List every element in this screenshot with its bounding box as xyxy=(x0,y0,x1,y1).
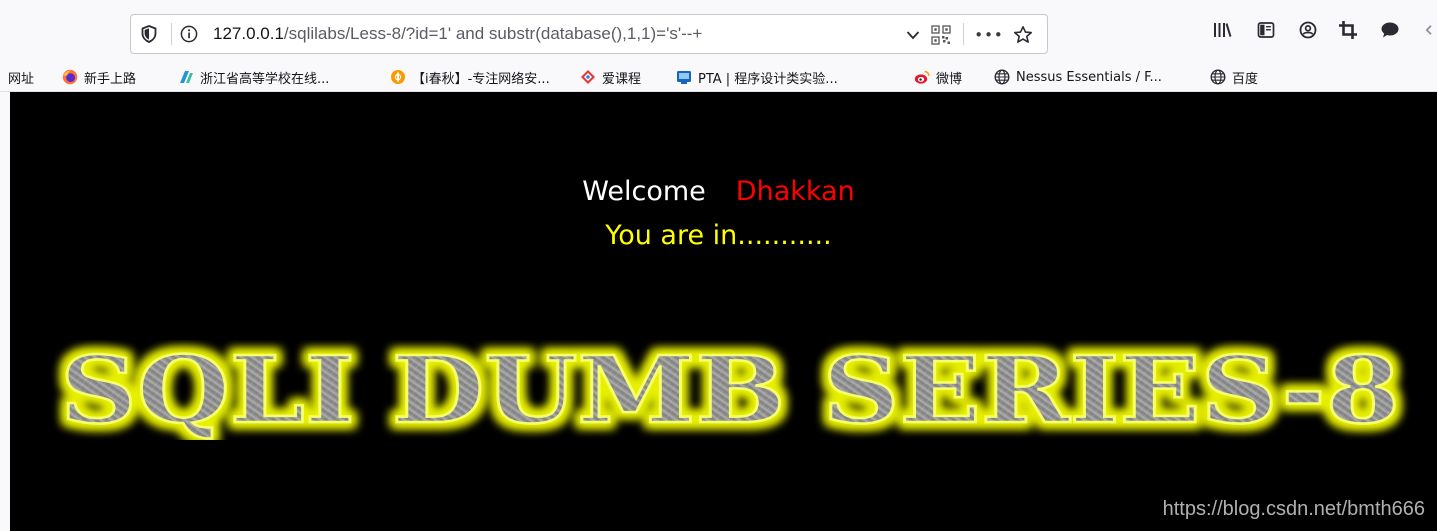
bookmark-item[interactable]: 网址 xyxy=(8,67,34,87)
bookmark-item[interactable]: Nessus Essentials / F... xyxy=(994,67,1162,87)
weibo-icon xyxy=(914,69,930,85)
firefox-icon xyxy=(62,69,78,85)
globe-icon xyxy=(1210,69,1226,85)
qr-code-icon[interactable] xyxy=(929,23,953,47)
url-text[interactable]: 127.0.0.1/sqlilabs/Less-8/?id=1' and sub… xyxy=(213,24,702,44)
more-icon[interactable]: ••• xyxy=(974,23,1003,47)
ichunqiu-icon xyxy=(390,69,406,85)
status-message: You are in........... xyxy=(605,220,832,251)
bookmark-item[interactable]: 百度 xyxy=(1210,67,1258,87)
address-bar[interactable]: 127.0.0.1/sqlilabs/Less-8/?id=1' and sub… xyxy=(130,14,1048,54)
chat-icon[interactable] xyxy=(1378,18,1402,42)
sidebar-icon[interactable] xyxy=(1254,18,1278,42)
shield-icon[interactable] xyxy=(139,24,159,44)
watermark: https://blog.csdn.net/bmth666 xyxy=(1162,498,1425,520)
bookmark-label: 浙江省高等学校在线... xyxy=(200,71,330,87)
bookmark-star-icon[interactable] xyxy=(1011,23,1035,47)
bookmark-item[interactable]: PTA | 程序设计类实验... xyxy=(676,67,838,87)
bookmark-item[interactable]: 微博 xyxy=(914,67,962,87)
bookmark-label: Nessus Essentials / F... xyxy=(1016,69,1162,85)
bookmark-item[interactable]: 【i春秋】-专注网络安... xyxy=(390,67,550,87)
bookmarks-toolbar: 网址 新手上路 浙江省高等学校在线... 【i春秋】-专注网络安... 爱课程 … xyxy=(0,62,1437,92)
bookmark-label: 新手上路 xyxy=(84,71,137,87)
globe-icon xyxy=(994,69,1010,85)
bookmark-label: 微博 xyxy=(936,71,963,87)
banner-title: SQLI DUMB SERIES-8 xyxy=(59,340,1402,440)
welcome-message: Welcome Dhakkan xyxy=(10,176,1437,207)
bookmark-item[interactable]: 新手上路 xyxy=(62,67,136,87)
url-path: /sqlilabs/Less-8/?id=1' and substr(datab… xyxy=(283,24,703,43)
icourse-icon xyxy=(580,69,596,85)
browser-window: 127.0.0.1/sqlilabs/Less-8/?id=1' and sub… xyxy=(0,0,1437,531)
banner-text: SQLI DUMB SERIES-8 xyxy=(60,340,1400,440)
welcome-name: Dhakkan xyxy=(735,176,855,207)
library-icon[interactable] xyxy=(1210,18,1234,42)
bookmark-item[interactable]: 浙江省高等学校在线... xyxy=(178,67,329,87)
chevron-down-icon[interactable] xyxy=(901,23,925,47)
bookmark-label: 【i春秋】-专注网络安... xyxy=(412,71,550,87)
bookmark-label: 百度 xyxy=(1232,71,1259,87)
page-content: Welcome Dhakkan You are in........... SQ… xyxy=(10,92,1437,531)
crop-icon[interactable] xyxy=(1336,18,1360,42)
arrow-icon[interactable] xyxy=(1420,18,1437,42)
welcome-text: Welcome xyxy=(582,176,706,207)
bookmark-label: 网址 xyxy=(8,71,35,87)
url-host: 127.0.0.1 xyxy=(213,24,284,43)
bookmark-item[interactable]: 爱课程 xyxy=(580,67,641,87)
bookmark-label: PTA | 程序设计类实验... xyxy=(698,71,838,87)
bookmark-label: 爱课程 xyxy=(602,71,642,87)
account-icon[interactable] xyxy=(1296,18,1320,42)
url-divider-right xyxy=(963,23,964,45)
zj-icon xyxy=(178,69,194,85)
pta-icon xyxy=(676,69,692,85)
browser-toolbar: 127.0.0.1/sqlilabs/Less-8/?id=1' and sub… xyxy=(0,0,1437,62)
url-divider xyxy=(171,23,172,45)
info-icon[interactable] xyxy=(179,24,199,44)
